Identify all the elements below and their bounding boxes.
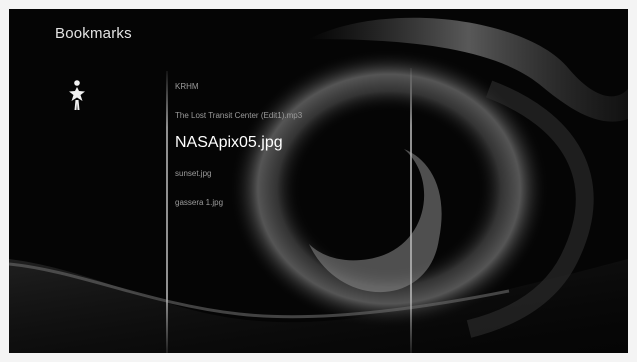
screen-title: Bookmarks — [55, 25, 132, 42]
list-item[interactable]: gassera 1.jpg — [175, 198, 223, 207]
list-item[interactable]: The Lost Transit Center (Edit1).mp3 — [175, 111, 302, 120]
background-swirl — [9, 17, 628, 353]
left-divider — [166, 71, 168, 353]
bookmarks-screen: Bookmarks KRHM The Lost Transit Center (… — [9, 9, 628, 353]
list-item-selected[interactable]: NASApix05.jpg — [175, 134, 283, 152]
list-item[interactable]: KRHM — [175, 82, 199, 91]
star-icon — [69, 80, 85, 110]
list-item[interactable]: sunset.jpg — [175, 169, 211, 178]
right-divider — [410, 68, 412, 353]
